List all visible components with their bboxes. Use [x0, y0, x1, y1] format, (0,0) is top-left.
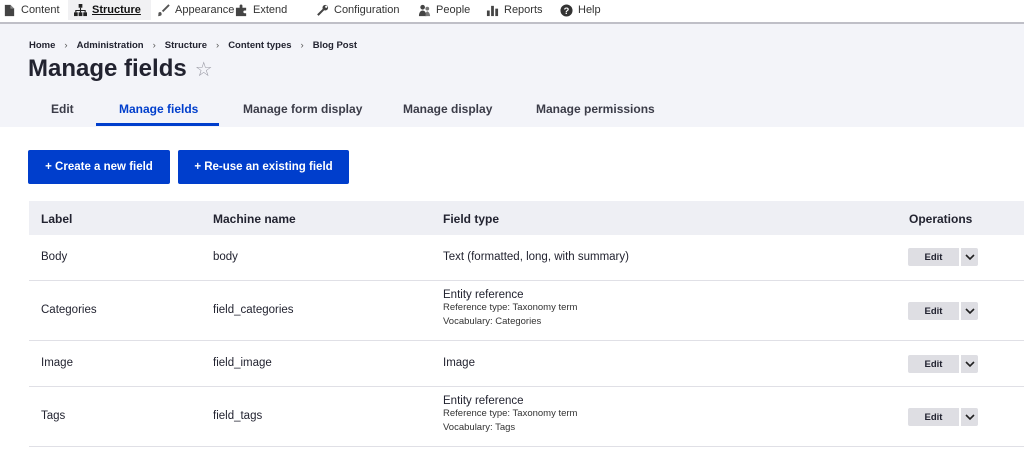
toolbar-item-extend[interactable]: Extend [235, 0, 287, 20]
toolbar-item-configuration[interactable]: Configuration [316, 0, 399, 20]
brush-icon [157, 3, 170, 16]
toolbar-item-help[interactable]: ? Help [560, 0, 601, 20]
field-machine-name: field_image [213, 357, 272, 369]
tab-manage-permissions[interactable]: Manage permissions [536, 102, 655, 116]
people-icon [418, 4, 431, 16]
operations-dropbutton: Edit [908, 355, 978, 373]
table-row: Categories field_categories Entity refer… [29, 281, 1024, 341]
edit-button[interactable]: Edit [908, 302, 959, 320]
toolbar-label: Content [21, 4, 60, 16]
operations-dropbutton: Edit [908, 248, 978, 266]
toolbar-item-content[interactable]: Content [3, 0, 60, 20]
dropbutton-toggle[interactable] [961, 355, 978, 373]
table-header: Label Machine name Field type Operations [29, 201, 1024, 235]
chevron-down-icon [964, 307, 975, 314]
breadcrumb: Home › Administration › Structure › Cont… [29, 40, 357, 51]
edit-button[interactable]: Edit [908, 355, 959, 373]
svg-text:?: ? [564, 5, 570, 15]
field-type-vocabulary: Vocabulary: Tags [443, 422, 516, 433]
tab-edit[interactable]: Edit [51, 102, 74, 116]
breadcrumb-link-content-types[interactable]: Content types [228, 40, 291, 51]
table-row: Image field_image Image Edit [29, 341, 1024, 387]
field-type-name: Entity reference [443, 289, 524, 301]
tab-manage-display[interactable]: Manage display [403, 102, 492, 116]
file-icon [4, 4, 15, 16]
dropbutton-toggle[interactable] [961, 248, 978, 266]
breadcrumb-separator: › [300, 40, 304, 51]
page-title: Manage fields ☆ [28, 55, 213, 83]
page-title-text: Manage fields [28, 55, 187, 82]
field-type: Entity reference Reference type: Taxonom… [443, 395, 577, 435]
page-header: Home › Administration › Structure › Cont… [0, 24, 1024, 127]
column-header-operations: Operations [909, 212, 973, 226]
wrench-icon [317, 4, 329, 16]
field-type-name: Entity reference [443, 395, 524, 407]
toolbar-label: Configuration [334, 4, 400, 16]
toolbar-label: Appearance [175, 4, 235, 16]
field-label: Categories [41, 304, 97, 316]
breadcrumb-separator: › [152, 40, 156, 51]
table-row: Body body Text (formatted, long, with su… [29, 235, 1024, 281]
operations-dropbutton: Edit [908, 408, 978, 426]
toolbar-label: Reports [504, 4, 543, 16]
field-type-vocabulary: Vocabulary: Categories [443, 316, 542, 327]
toolbar-label: Help [578, 4, 601, 16]
breadcrumb-link-blog-post[interactable]: Blog Post [313, 40, 357, 51]
tab-manage-fields[interactable]: Manage fields [119, 102, 198, 116]
toolbar-label: People [436, 4, 471, 16]
dropbutton-toggle[interactable] [961, 408, 978, 426]
field-machine-name: field_categories [213, 304, 294, 316]
toolbar-item-reports[interactable]: Reports [486, 0, 543, 20]
table-row: Tags field_tags Entity reference Referen… [29, 387, 1024, 447]
chevron-down-icon [964, 253, 975, 260]
breadcrumb-link-home[interactable]: Home [29, 40, 55, 51]
column-header-machine-name: Machine name [213, 212, 296, 226]
admin-toolbar: Content Structure Appearance Extend Conf… [0, 0, 1024, 24]
operations-dropbutton: Edit [908, 302, 978, 320]
field-machine-name: body [213, 251, 238, 263]
active-tab-indicator [96, 123, 219, 126]
toolbar-label: Extend [253, 4, 288, 16]
column-header-field-type: Field type [443, 212, 500, 226]
chevron-down-icon [964, 360, 975, 367]
breadcrumb-separator: › [216, 40, 220, 51]
field-label: Tags [41, 410, 66, 422]
field-type: Text (formatted, long, with summary) [443, 251, 629, 263]
reuse-existing-field-button[interactable]: + Re-use an existing field [178, 150, 349, 184]
toolbar-item-structure[interactable]: Structure [68, 0, 151, 20]
chevron-down-icon [964, 413, 975, 420]
edit-button[interactable]: Edit [908, 408, 959, 426]
sitemap-icon [74, 3, 87, 16]
column-header-label: Label [41, 212, 73, 226]
toolbar-label: Structure [92, 4, 141, 16]
field-label: Image [41, 357, 73, 369]
field-type-reference: Reference type: Taxonomy term [443, 302, 578, 313]
tab-manage-form-display[interactable]: Manage form display [243, 102, 362, 116]
bar-chart-icon [486, 5, 499, 16]
field-type: Entity reference Reference type: Taxonom… [443, 289, 577, 329]
field-machine-name: field_tags [213, 410, 263, 422]
toolbar-item-people[interactable]: People [418, 0, 470, 20]
breadcrumb-link-administration[interactable]: Administration [77, 40, 144, 51]
toolbar-item-appearance[interactable]: Appearance [157, 0, 234, 20]
field-type-reference: Reference type: Taxonomy term [443, 408, 578, 419]
help-icon: ? [560, 3, 573, 17]
create-new-field-button[interactable]: + Create a new field [28, 150, 170, 184]
puzzle-icon [235, 3, 247, 16]
breadcrumb-separator: › [64, 40, 68, 51]
star-icon[interactable]: ☆ [195, 57, 213, 82]
breadcrumb-link-structure[interactable]: Structure [165, 40, 207, 51]
field-label: Body [41, 251, 68, 263]
field-type: Image [443, 357, 475, 369]
dropbutton-toggle[interactable] [961, 302, 978, 320]
edit-button[interactable]: Edit [908, 248, 959, 266]
